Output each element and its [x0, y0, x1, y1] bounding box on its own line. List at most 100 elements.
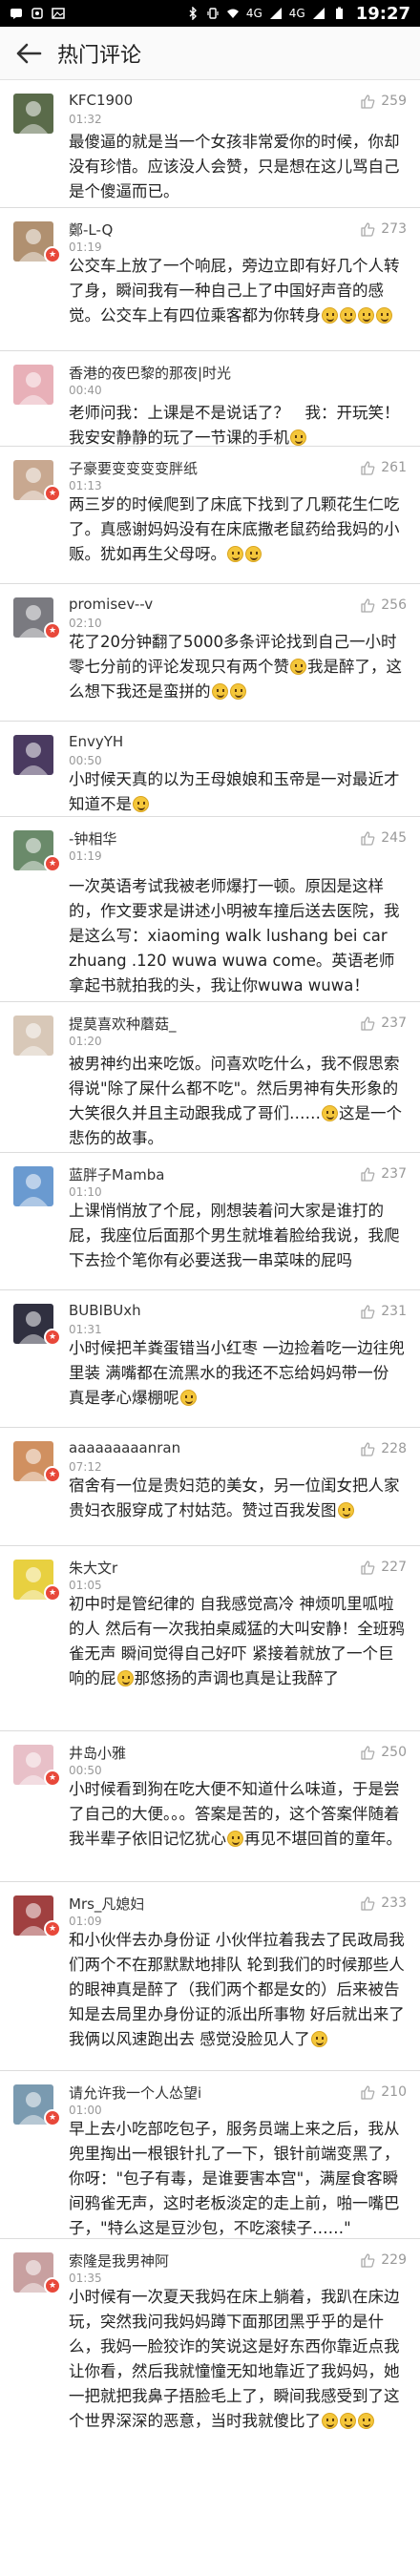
comment-author[interactable]: 蓝胖子Mamba [69, 1164, 164, 1184]
vip-badge-icon: ★ [44, 2277, 61, 2294]
like-button[interactable]: 250 [360, 1745, 407, 1760]
comment-body-tail: 那悠扬的声调也真是让我醉了 [134, 1669, 340, 1687]
thumbs-up-icon [361, 222, 375, 237]
like-button[interactable]: 256 [360, 597, 407, 613]
comment-item[interactable]: ★ aaaaaaaaanran 07:12 228 宿舍有一位是贵妇范的美女，另一位闺女… [0, 1428, 420, 1546]
comment-author[interactable]: BUBIBUxh [69, 1302, 141, 1319]
like-button[interactable]: 227 [360, 1560, 407, 1575]
comment-author[interactable]: 子豪要变变变变胖纸 [69, 458, 198, 478]
comment-author[interactable]: 井岛小雅 [69, 1743, 126, 1763]
avatar[interactable] [13, 1166, 53, 1206]
comment-time: 01:31 [69, 1323, 102, 1336]
like-count: 261 [381, 460, 407, 475]
like-button[interactable]: 245 [360, 830, 407, 846]
thumbs-up-icon [361, 1167, 375, 1182]
like-button[interactable]: 237 [360, 1166, 407, 1182]
comment-text: 初中时是管纪律的 自我感觉高冷 神烦叽里呱啦的人 然后有一次我拍桌威猛的大叫安静… [69, 1592, 409, 1691]
comment-item[interactable]: ★ 井岛小雅 00:50 250 小时候看到狗在吃大便不知道什么味道，于是尝了自己的大便… [0, 1731, 420, 1882]
like-button[interactable]: 259 [360, 94, 407, 109]
bluetooth-icon [186, 6, 200, 21]
comment-author[interactable]: 香港的夜巴黎的那夜|时光 [69, 363, 231, 383]
smiley-emoji-icon [227, 546, 243, 562]
comment-body: 小时候天真的以为王母娘娘和玉帝是一对最近才知道不是 [69, 770, 400, 813]
comment-author[interactable]: aaaaaaaaanran [69, 1439, 180, 1456]
thumbs-up-icon [361, 2253, 375, 2268]
comment-text: 一次英语考试我被老师爆打一顿。原因是这样的，作文要求是讲述小明被车撞后送去医院，… [69, 874, 409, 998]
comment-text: 上课悄悄放了个屁，刚想装着问大家是谁打的屁，我座位后面那个男生就堆着脸给我说，我… [69, 1199, 409, 1273]
vip-badge-icon: ★ [44, 1920, 61, 1937]
like-button[interactable]: 231 [360, 1304, 407, 1319]
comment-body: 上课悄悄放了个屁，刚想装着问大家是谁打的屁，我座位后面那个男生就堆着脸给我说，我… [69, 1202, 400, 1269]
comment-item[interactable]: ★ 朱大文r 01:05 227 初中时是管纪律的 自我感觉高冷 神烦叽里呱啦的人 然后… [0, 1546, 420, 1731]
comment-item[interactable]: ★ promisev--v 02:10 256 花了20分钟翻了5000多条评论找到自己… [0, 584, 420, 722]
wifi-icon [226, 7, 240, 20]
message-icon [10, 7, 23, 20]
status-bar: 4G 4G 19:27 [0, 0, 420, 27]
like-count: 245 [381, 830, 407, 846]
comment-author[interactable]: 提莫喜欢种蘑菇_ [69, 1014, 177, 1034]
smiley-emoji-icon [245, 546, 262, 562]
comment-author[interactable]: KFC1900 [69, 92, 133, 109]
arrow-left-icon [16, 43, 42, 63]
comment-item[interactable]: 提莫喜欢种蘑菇_ 01:20 237 被男神约出来吃饭。问喜欢吃什么，我不假思索得说"… [0, 1002, 420, 1153]
comment-item[interactable]: ★ 索隆是我男神阿 01:35 229 小时候有一次夏天我妈在床上躺着，我趴在床边玩，突… [0, 2239, 420, 2576]
smiley-emoji-icon [211, 683, 228, 700]
like-button[interactable]: 261 [360, 460, 407, 475]
avatar[interactable] [13, 94, 53, 134]
comment-author[interactable]: 鄭-L-Q [69, 220, 113, 240]
like-button[interactable]: 237 [360, 1016, 407, 1031]
comment-item[interactable]: ★ 请允许我一个人怂望i 01:00 210 早上去小吃部吃包子，服务员端上来之后，我从… [0, 2071, 420, 2239]
comment-text: 花了20分钟翻了5000多条评论找到自己一小时零七分前的评论发现只有两个赞 我是醉… [69, 630, 409, 704]
smiley-emoji-icon [290, 429, 306, 446]
vip-badge-icon: ★ [44, 1466, 61, 1483]
network-type-2: 4G [288, 7, 305, 20]
comment-author[interactable]: -钟相华 [69, 828, 116, 848]
thumbs-up-icon [361, 1442, 375, 1456]
comment-item[interactable]: ★ BUBIBUxh 01:31 231 小时候把羊粪蛋错当小红枣 一边捡着吃一边往兜里… [0, 1290, 420, 1428]
thumbs-up-icon [361, 1016, 375, 1031]
vip-badge-icon: ★ [44, 622, 61, 639]
like-count: 228 [381, 1441, 407, 1456]
comment-item[interactable]: ★ Mrs_凡媳妇 01:09 233 和小伙伴去办身份证 小伙伴拉着我去了民政局我们两… [0, 1882, 420, 2071]
comment-text: 小时候看到狗在吃大便不知道什么味道，于是尝了自己的大便。。。答案是苦的，这个答案… [69, 1777, 409, 1852]
like-button[interactable]: 228 [360, 1441, 407, 1456]
smiley-emoji-icon [322, 2413, 338, 2429]
smiley-emoji-icon [229, 683, 246, 700]
thumbs-up-icon [361, 2085, 375, 2100]
comment-author[interactable]: EnvyYH [69, 733, 123, 750]
comment-time: 01:32 [69, 113, 102, 126]
comment-item[interactable]: KFC1900 01:32 259 最傻逼的就是当一个女孩非常爱你的时候，你却没有珍惜… [0, 80, 420, 208]
comment-author[interactable]: 朱大文r [69, 1558, 117, 1578]
comment-item[interactable]: ★ 鄭-L-Q 01:19 273 公交车上放了一个响屁，旁边立即有好几个人转了身，瞬间… [0, 208, 420, 351]
vip-badge-icon: ★ [44, 1584, 61, 1602]
like-button[interactable]: 233 [360, 1895, 407, 1911]
comment-text: 两三岁的时候爬到了床底下找到了几颗花生仁吃了。真感谢妈妈没有在床底撒老鼠药给我妈… [69, 492, 409, 567]
comment-time: 00:50 [69, 754, 102, 767]
avatar[interactable] [13, 1016, 53, 1056]
back-button[interactable] [0, 27, 57, 80]
comment-item[interactable]: EnvyYH 00:50 小时候天真的以为王母娘娘和玉帝是一对最近才知道不是 [0, 722, 420, 817]
comment-item[interactable]: ★ -钟相华 01:19 245 一次英语考试我被老师爆打一顿。原因是这样的，作文要求是… [0, 817, 420, 1002]
avatar[interactable] [13, 735, 53, 775]
comment-item[interactable]: ★ 子豪要变变变变胖纸 01:13 261 两三岁的时候爬到了床底下找到了几颗花生仁吃了… [0, 447, 420, 584]
comment-author[interactable]: Mrs_凡媳妇 [69, 1894, 144, 1914]
like-button[interactable]: 210 [360, 2084, 407, 2100]
comment-body: 老师问我：上课是不是说话了？ 我：开玩笑！我安安静静的玩了一节课的手机 [69, 404, 400, 447]
comment-author[interactable]: promisev--v [69, 596, 153, 613]
like-count: 259 [381, 94, 407, 109]
notification-icon [31, 7, 44, 20]
comment-item[interactable]: 香港的夜巴黎的那夜|时光 00:40 老师问我：上课是不是说话了？ 我：开玩笑！我安… [0, 351, 420, 447]
comment-text: 小时候天真的以为王母娘娘和玉帝是一对最近才知道不是 [69, 767, 409, 817]
comment-time: 00:50 [69, 1764, 102, 1777]
like-count: 210 [381, 2084, 407, 2100]
network-type-1: 4G [245, 7, 262, 20]
comment-author[interactable]: 索隆是我男神阿 [69, 2251, 169, 2271]
comment-body-tail: 再见不堪回首的童年。 [244, 1830, 402, 1848]
like-button[interactable]: 229 [360, 2252, 407, 2268]
comment-time: 01:35 [69, 2272, 102, 2285]
comment-author[interactable]: 请允许我一个人怂望i [69, 2083, 201, 2103]
avatar[interactable] [13, 365, 53, 405]
comment-item[interactable]: 蓝胖子Mamba 01:10 237 上课悄悄放了个屁，刚想装着问大家是谁打的屁，我座… [0, 1153, 420, 1290]
like-button[interactable]: 273 [360, 221, 407, 237]
comment-text: 和小伙伴去办身份证 小伙伴拉着我去了民政局我们两个不在那默默地排队 轮到我们的时… [69, 1928, 409, 2052]
